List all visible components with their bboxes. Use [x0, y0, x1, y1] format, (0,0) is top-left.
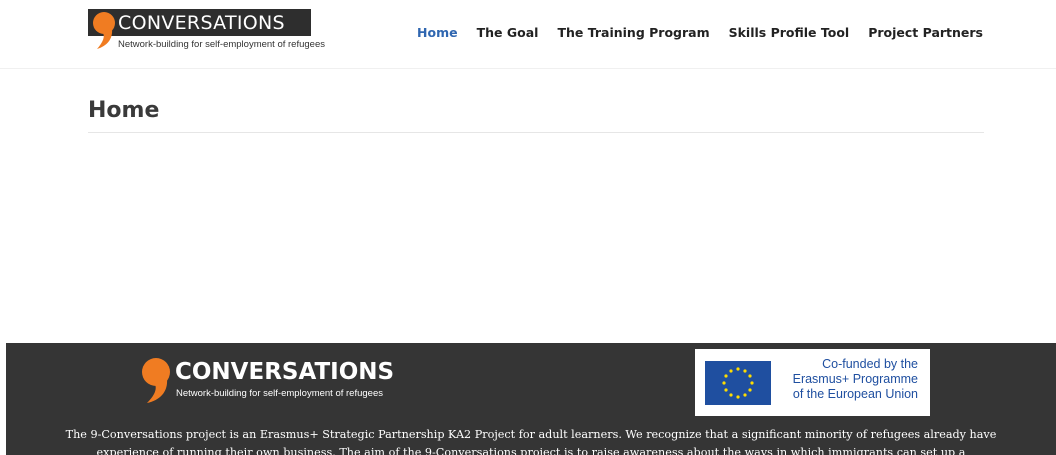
- logo-title: CONVERSATIONS: [118, 12, 285, 34]
- main-nav: Home The Goal The Training Program Skill…: [417, 25, 983, 40]
- footer-logo-title: CONVERSATIONS: [175, 359, 395, 385]
- title-divider: [88, 132, 984, 133]
- orange-comma-icon: [142, 358, 170, 403]
- nav-item-project-partners[interactable]: Project Partners: [868, 25, 983, 40]
- nav-item-training-program[interactable]: The Training Program: [557, 25, 709, 40]
- nav-item-the-goal[interactable]: The Goal: [477, 25, 539, 40]
- nav-item-skills-profile-tool[interactable]: Skills Profile Tool: [729, 25, 850, 40]
- site-footer: CONVERSATIONS Network-building for self-…: [6, 343, 1056, 455]
- logo-subtitle: Network-building for self-employment of …: [118, 39, 325, 50]
- eu-cofunded-badge: Co-funded by the Erasmus+ Programme of t…: [695, 349, 930, 416]
- footer-logo-subtitle: Network-building for self-employment of …: [176, 388, 383, 399]
- footer-description: The 9-Conversations project is an Erasmu…: [65, 428, 997, 455]
- eu-cofunded-text: Co-funded by the Erasmus+ Programme of t…: [793, 357, 918, 402]
- eu-text-line3: of the European Union: [792, 387, 918, 401]
- nav-item-home[interactable]: Home: [417, 25, 458, 40]
- eu-text-line2: Erasmus+ Programme: [792, 372, 918, 386]
- eu-flag-icon: [705, 361, 771, 405]
- orange-comma-icon: [93, 12, 115, 49]
- footer-logo[interactable]: CONVERSATIONS Network-building for self-…: [139, 357, 394, 403]
- site-header: CONVERSATIONS Network-building for self-…: [0, 0, 1056, 69]
- page-title: Home: [88, 98, 160, 123]
- site-logo[interactable]: CONVERSATIONS Network-building for self-…: [88, 9, 325, 51]
- eu-text-line1: Co-funded by the: [822, 357, 918, 371]
